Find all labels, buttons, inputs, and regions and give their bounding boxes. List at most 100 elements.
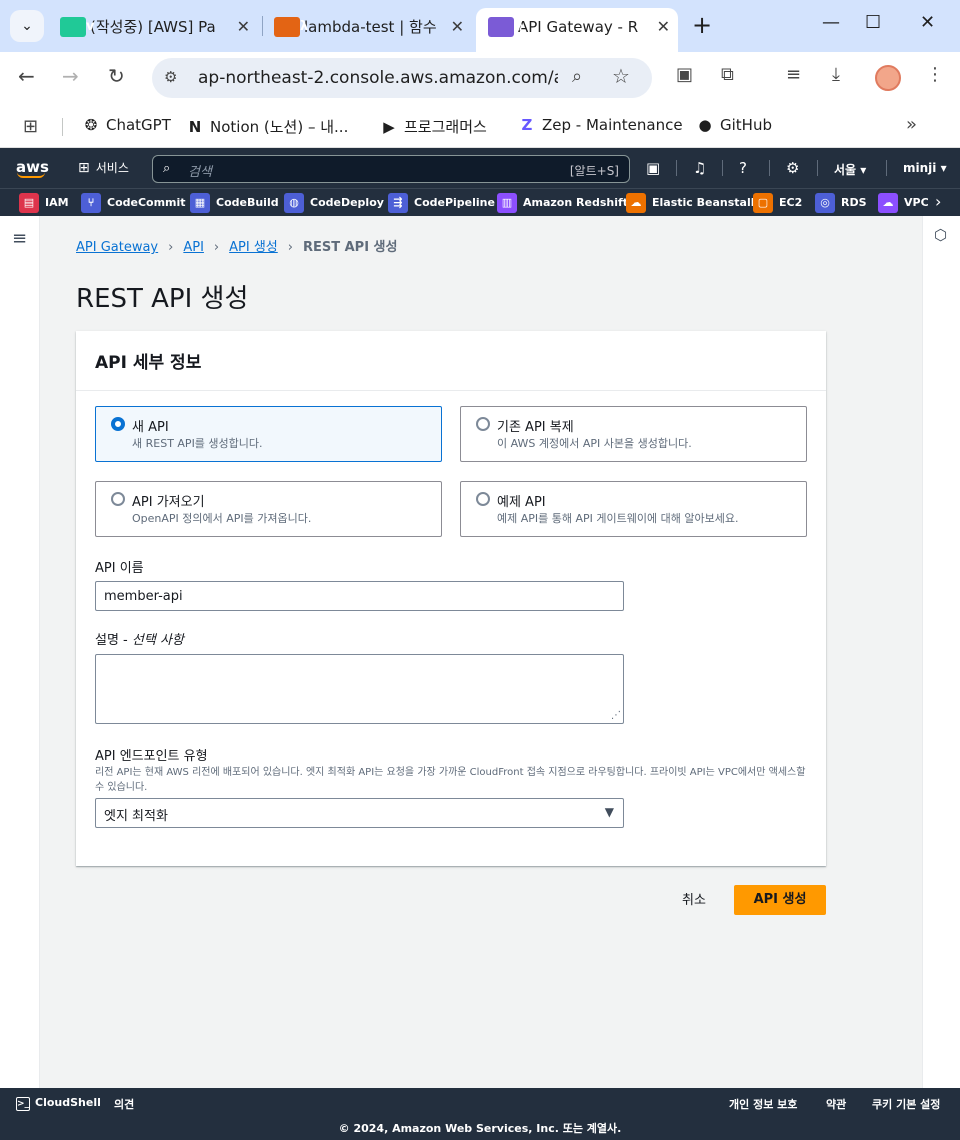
breadcrumb-create-api[interactable]: API 생성 bbox=[229, 236, 278, 255]
description-textarea[interactable]: ⋰ bbox=[95, 654, 624, 724]
favorite-label: CodeCommit bbox=[107, 196, 186, 209]
api-name-input[interactable] bbox=[95, 581, 624, 611]
radio-unselected[interactable] bbox=[476, 492, 490, 506]
favorite-elastic-beanstalk[interactable]: ☁ Elastic Beanstalk bbox=[626, 193, 758, 213]
elastic-beanstalk-icon: ☁ bbox=[626, 193, 646, 213]
tab-search-chevron-icon[interactable]: ⌄ bbox=[10, 10, 44, 42]
cloudshell-icon[interactable]: ▣ bbox=[646, 159, 660, 177]
cloudshell-icon: >_ bbox=[16, 1097, 30, 1111]
url-text[interactable]: ap-northeast-2.console.aws.amazon.com/a.… bbox=[198, 68, 558, 88]
aws-logo[interactable]: aws bbox=[16, 158, 49, 178]
option-clone-api[interactable]: 기존 API 복제 이 AWS 계정에서 API 사본을 생성합니다. bbox=[460, 406, 807, 462]
services-label: 서비스 bbox=[95, 161, 129, 175]
cookie-preferences-link[interactable]: 쿠키 기본 설정 bbox=[872, 1096, 940, 1112]
radio-unselected[interactable] bbox=[111, 492, 125, 506]
bookmark-programmers[interactable]: ▶ 프로그래머스 bbox=[380, 116, 487, 137]
option-import-api[interactable]: API 가져오기 OpenAPI 정의에서 API를 가져옵니다. bbox=[95, 481, 442, 537]
bookmark-zep[interactable]: Z Zep - Maintenance bbox=[518, 116, 683, 134]
tab-close-icon[interactable]: ✕ bbox=[451, 8, 464, 46]
minimize-icon[interactable]: — bbox=[822, 12, 840, 33]
ec2-icon: ▢ bbox=[753, 193, 773, 213]
bookmarks-divider bbox=[62, 118, 63, 136]
bookmark-star-icon[interactable]: ☆ bbox=[612, 64, 630, 88]
bookmark-chatgpt[interactable]: ❂ ChatGPT bbox=[82, 116, 171, 134]
back-arrow-icon[interactable]: ← bbox=[18, 64, 35, 88]
velog-favicon-icon: v bbox=[60, 17, 94, 37]
codecommit-icon: ⑂ bbox=[81, 193, 101, 213]
terms-link[interactable]: 약관 bbox=[826, 1096, 846, 1112]
aws-search-box[interactable]: ⌕ 검색 [알트+S] bbox=[152, 155, 630, 183]
settings-gear-icon[interactable]: ⚙ bbox=[786, 159, 799, 177]
account-menu[interactable]: minji ▾ bbox=[903, 161, 947, 175]
tab-groups-icon[interactable]: ▣ bbox=[676, 64, 693, 85]
reload-icon[interactable]: ↻ bbox=[108, 64, 125, 88]
endpoint-type-value: 엣지 최적화 bbox=[104, 809, 168, 824]
privacy-link[interactable]: 개인 정보 보호 bbox=[729, 1096, 797, 1112]
favorites-scroll-right-icon[interactable]: › bbox=[935, 192, 941, 211]
bookmark-github[interactable]: ● GitHub bbox=[696, 116, 772, 134]
favorite-iam[interactable]: ▤ IAM bbox=[19, 193, 69, 213]
browser-tab-active[interactable]: ⟨⟩ API Gateway - RES ✕ bbox=[476, 8, 678, 52]
radio-unselected[interactable] bbox=[476, 417, 490, 431]
browser-tab-1[interactable]: v (작성중) [AWS] Pa ✕ bbox=[48, 8, 258, 48]
cloudshell-link[interactable]: >_ CloudShell bbox=[16, 1096, 101, 1111]
chatgpt-icon: ❂ bbox=[84, 116, 98, 134]
maximize-icon[interactable]: ☐ bbox=[865, 12, 881, 33]
profile-avatar[interactable] bbox=[875, 65, 901, 91]
favorite-codepipeline[interactable]: ⇶ CodePipeline bbox=[388, 193, 495, 213]
feedback-link[interactable]: 의견 bbox=[114, 1096, 134, 1112]
option-example-api[interactable]: 예제 API 예제 API를 통해 API 게이트웨이에 대해 알아보세요. bbox=[460, 481, 807, 537]
favorite-ec2[interactable]: ▢ EC2 bbox=[753, 193, 802, 213]
window-close-icon[interactable]: ✕ bbox=[920, 12, 935, 33]
help-question-icon[interactable]: ? bbox=[739, 159, 747, 177]
favorite-codedeploy[interactable]: ◍ CodeDeploy bbox=[284, 193, 384, 213]
download-icon[interactable]: ⤓ bbox=[832, 64, 840, 85]
breadcrumb: API Gateway › API › API 생성 › REST API 생성 bbox=[76, 236, 397, 255]
resize-handle-icon[interactable]: ⋰ bbox=[611, 710, 621, 721]
cancel-button[interactable]: 취소 bbox=[670, 886, 718, 916]
favorite-label: CodeDeploy bbox=[310, 196, 384, 209]
browser-menu-kebab-icon[interactable]: ⋮ bbox=[926, 64, 944, 85]
radio-selected[interactable] bbox=[111, 417, 125, 431]
zep-icon: Z bbox=[521, 116, 533, 134]
api-name-label: API 이름 bbox=[95, 561, 144, 576]
extensions-puzzle-icon[interactable]: ⧉ bbox=[721, 64, 734, 85]
create-api-button[interactable]: API 생성 bbox=[734, 885, 826, 915]
option-label: API 가져오기 bbox=[132, 495, 205, 510]
services-menu[interactable]: ⊞ 서비스 bbox=[78, 159, 129, 176]
tab-close-icon[interactable]: ✕ bbox=[657, 8, 670, 46]
search-icon: ⌕ bbox=[163, 161, 171, 176]
description-label-text: 설명 bbox=[95, 633, 119, 648]
notifications-bell-icon[interactable]: ♫ bbox=[693, 159, 706, 177]
favorite-codebuild[interactable]: ▦ CodeBuild bbox=[190, 193, 279, 213]
browser-tab-2[interactable]: λ lambda-test | 함수 ✕ bbox=[262, 8, 472, 48]
info-panel-hexagon-icon[interactable]: ⬡ bbox=[934, 226, 947, 244]
endpoint-type-select[interactable]: 엣지 최적화 ▼ bbox=[95, 798, 624, 828]
more-bookmarks-chevron-icon[interactable]: » bbox=[906, 114, 917, 135]
option-new-api[interactable]: 새 API 새 REST API를 생성합니다. bbox=[95, 406, 442, 462]
browser-tab-bar: ⌄ v (작성중) [AWS] Pa ✕ λ lambda-test | 함수 … bbox=[0, 0, 960, 52]
favorite-codecommit[interactable]: ⑂ CodeCommit bbox=[81, 193, 186, 213]
breadcrumb-api[interactable]: API bbox=[183, 240, 204, 255]
codedeploy-icon: ◍ bbox=[284, 193, 304, 213]
panel-title: API 세부 정보 bbox=[95, 353, 202, 373]
favorite-rds[interactable]: ◎ RDS bbox=[815, 193, 867, 213]
zoom-magnifier-icon[interactable]: ⌕ bbox=[572, 66, 582, 87]
favorite-redshift[interactable]: ▥ Amazon Redshift bbox=[497, 193, 628, 213]
new-tab-plus-icon[interactable]: + bbox=[692, 12, 712, 38]
favorite-vpc[interactable]: ☁ VPC bbox=[878, 193, 929, 213]
main-content: API Gateway › API › API 생성 › REST API 생성 REST … bbox=[40, 216, 922, 1088]
tab-close-icon[interactable]: ✕ bbox=[237, 8, 250, 46]
site-info-icon[interactable]: ⚙ bbox=[164, 68, 177, 86]
region-selector[interactable]: 서울 ▾ bbox=[834, 161, 866, 178]
side-nav-rail: ≡ bbox=[0, 216, 40, 1088]
forward-arrow-icon[interactable]: → bbox=[62, 64, 79, 88]
breadcrumb-api-gateway[interactable]: API Gateway bbox=[76, 240, 158, 255]
nav-divider bbox=[817, 160, 818, 176]
media-queue-icon[interactable]: ≡ bbox=[786, 64, 801, 85]
url-omnibox[interactable]: ⚙ ap-northeast-2.console.aws.amazon.com/… bbox=[152, 58, 652, 98]
hamburger-menu-icon[interactable]: ≡ bbox=[12, 228, 27, 249]
bookmark-notion[interactable]: N Notion (노션) – 내... bbox=[186, 116, 349, 137]
favorite-label: VPC bbox=[904, 196, 929, 209]
apps-grid-icon[interactable]: ⊞ bbox=[23, 116, 38, 137]
